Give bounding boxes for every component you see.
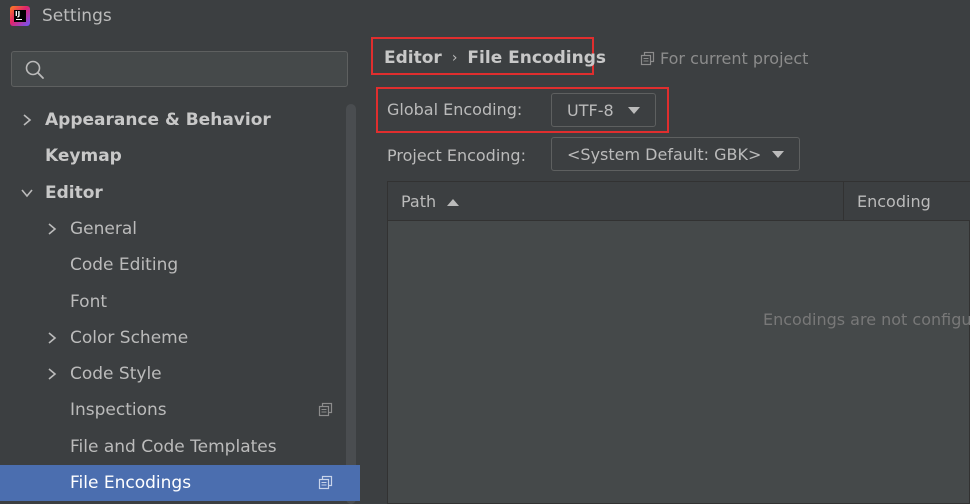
- dropdown-arrow-icon: [772, 151, 784, 158]
- sidebar-item-keymap[interactable]: Keymap: [0, 138, 360, 174]
- window-title: Settings: [42, 6, 112, 26]
- sidebar-item-editor[interactable]: Editor: [0, 175, 360, 211]
- project-scope-icon: [318, 403, 333, 417]
- project-encoding-label: Project Encoding:: [387, 146, 526, 165]
- column-header-path-label: Path: [401, 192, 437, 211]
- column-header-encoding-label: Encoding: [857, 192, 931, 211]
- sidebar-item-file-and-code-templates[interactable]: File and Code Templates: [0, 429, 360, 465]
- search-input[interactable]: [56, 56, 341, 82]
- project-encoding-value: <System Default: GBK>: [567, 144, 762, 164]
- settings-sidebar: Appearance & Behavior Keymap Editor General…: [0, 34, 360, 504]
- sidebar-item-label: Code Style: [70, 364, 162, 385]
- settings-content: Editor › File Encodings For current proj…: [360, 34, 970, 504]
- scope-note: For current project: [640, 49, 808, 68]
- sidebar-item-label: Appearance & Behavior: [45, 110, 271, 130]
- sidebar-item-label: File and Code Templates: [70, 436, 277, 457]
- sidebar-item-label: File Encodings: [70, 473, 192, 493]
- table-header: Path Encoding: [388, 182, 970, 221]
- sidebar-item-label: Code Editing: [70, 255, 179, 276]
- sidebar-item-inspections[interactable]: Inspections: [0, 392, 360, 428]
- chevron-down-icon[interactable]: [20, 186, 34, 200]
- sidebar-item-label: Inspections: [70, 400, 167, 421]
- breadcrumb-current: File Encodings: [467, 48, 606, 68]
- breadcrumb: Editor › File Encodings: [384, 48, 606, 68]
- column-header-encoding[interactable]: Encoding: [844, 182, 970, 221]
- sidebar-item-label: Keymap: [45, 146, 122, 167]
- global-encoding-select[interactable]: UTF-8: [551, 93, 656, 127]
- title-bar: IJ Settings: [0, 0, 970, 34]
- breadcrumb-parent[interactable]: Editor: [384, 48, 442, 68]
- sidebar-item-label: General: [70, 218, 137, 239]
- project-scope-icon: [318, 475, 333, 490]
- chevron-right-icon[interactable]: [45, 367, 59, 381]
- sidebar-item-file-encodings[interactable]: File Encodings: [0, 465, 360, 501]
- sidebar-item-code-style[interactable]: Code Style: [0, 356, 360, 392]
- sidebar-item-general[interactable]: General: [0, 211, 360, 247]
- global-encoding-label: Global Encoding:: [387, 100, 523, 119]
- scope-note-text: For current project: [660, 49, 809, 68]
- chevron-right-icon[interactable]: [20, 113, 34, 127]
- chevron-right-icon[interactable]: [45, 331, 59, 345]
- table-empty-text: Encodings are not configu: [763, 310, 970, 329]
- intellij-logo-icon: IJ: [10, 6, 30, 26]
- sort-ascending-icon: [447, 198, 460, 206]
- project-scope-icon: [640, 51, 655, 65]
- sidebar-item-label: Font: [70, 291, 108, 312]
- global-encoding-value: UTF-8: [567, 100, 614, 120]
- sidebar-item-font[interactable]: Font: [0, 284, 360, 320]
- breadcrumb-separator: ›: [451, 50, 458, 66]
- encodings-table[interactable]: Path Encoding Encodings are not configu: [387, 181, 970, 504]
- search-icon: [25, 60, 44, 79]
- project-encoding-select[interactable]: <System Default: GBK>: [551, 137, 800, 171]
- sidebar-item-appearance-behavior[interactable]: Appearance & Behavior: [0, 102, 360, 138]
- chevron-right-icon[interactable]: [45, 222, 59, 236]
- sidebar-item-label: Color Scheme: [70, 327, 189, 348]
- sidebar-item-color-scheme[interactable]: Color Scheme: [0, 320, 360, 356]
- column-header-path[interactable]: Path: [388, 182, 844, 221]
- sidebar-item-label: Editor: [45, 182, 103, 203]
- sidebar-item-code-editing[interactable]: Code Editing: [0, 247, 360, 283]
- dropdown-arrow-icon: [628, 107, 640, 114]
- settings-search-box[interactable]: [11, 51, 348, 87]
